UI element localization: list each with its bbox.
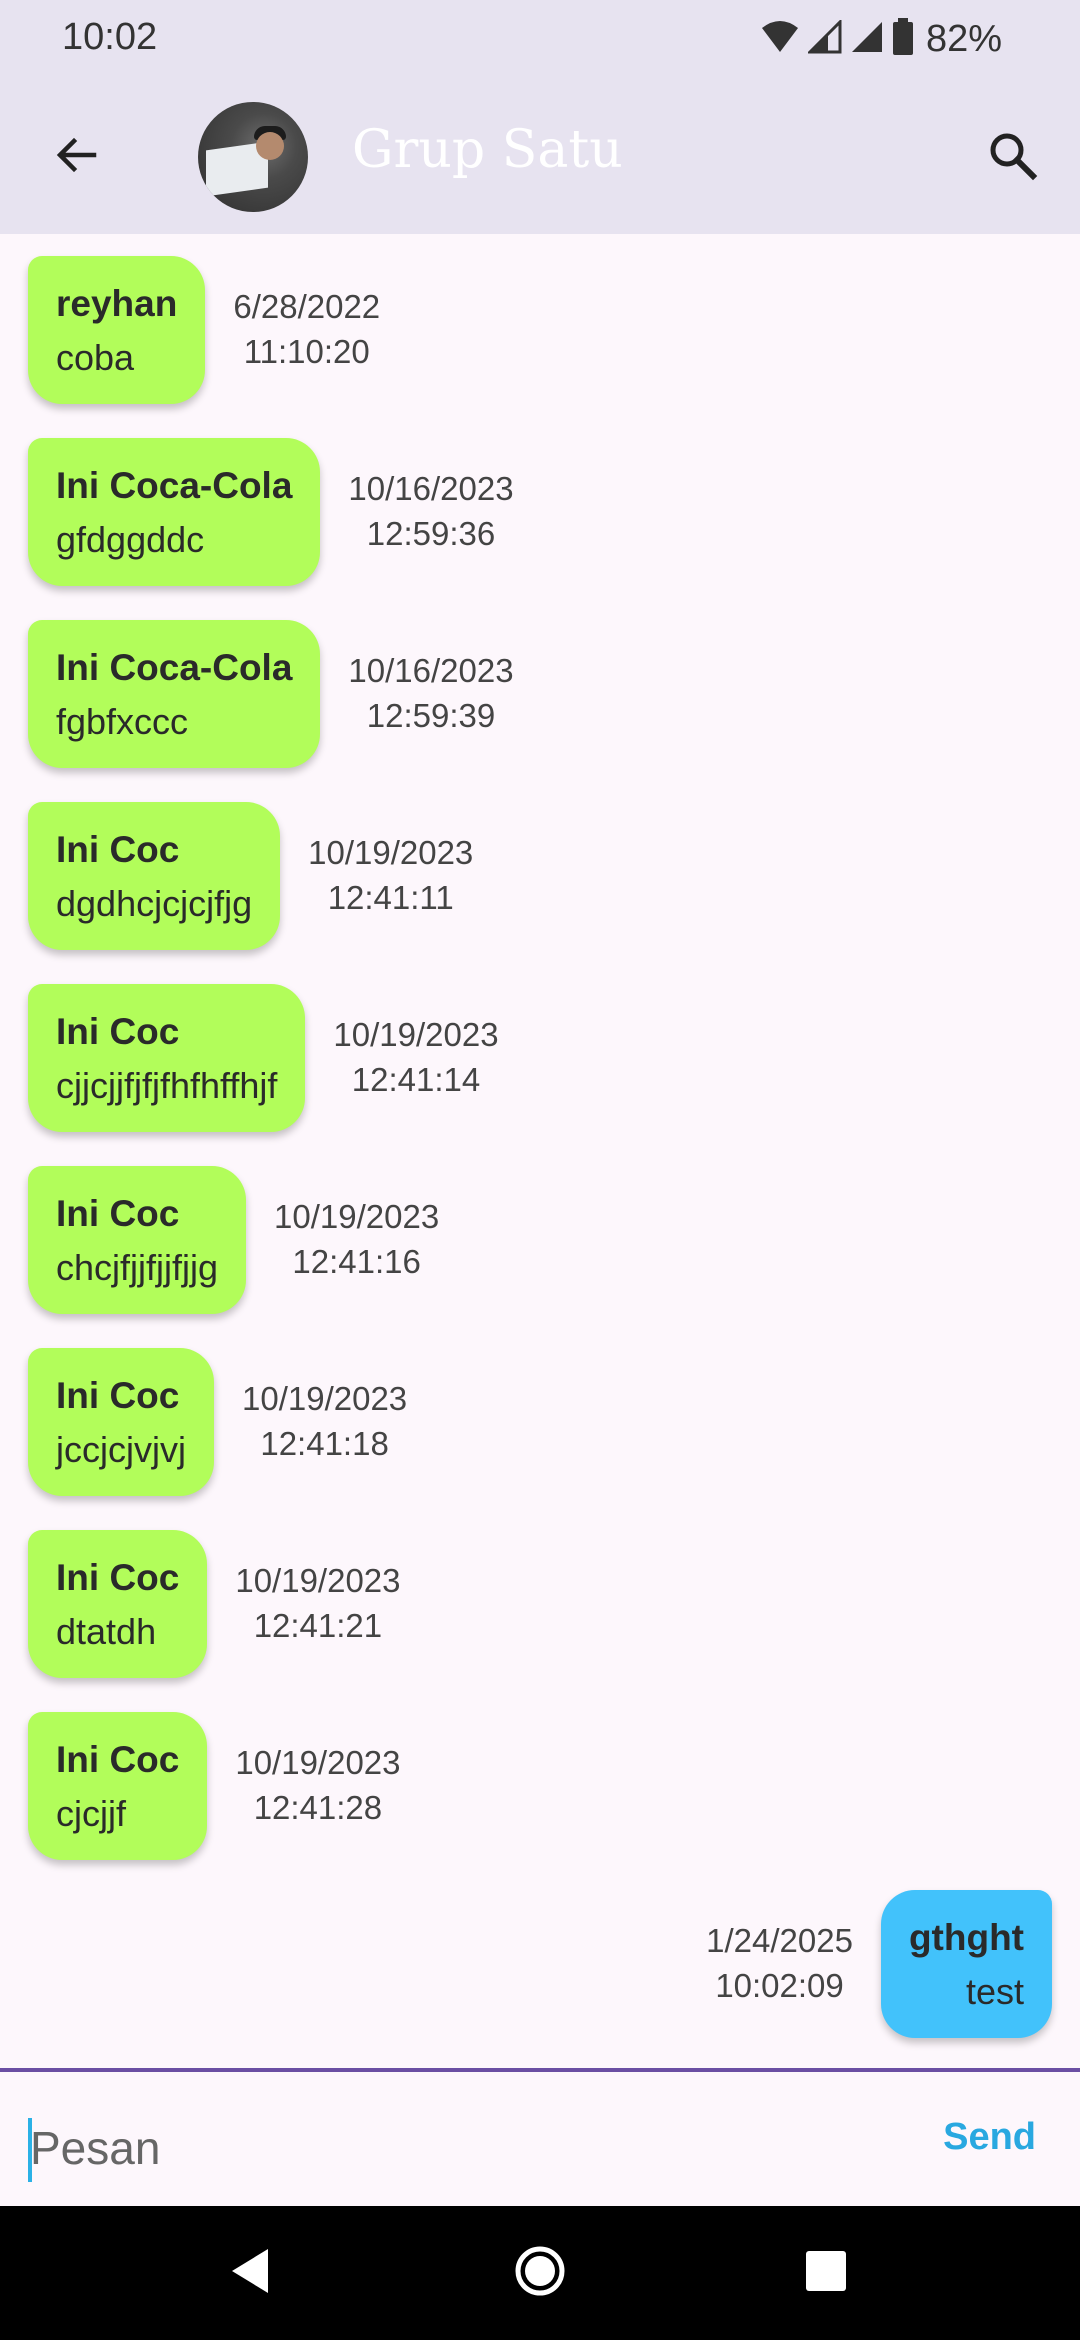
message-bubble[interactable]: Ini Coca-Cola fgbfxccc	[28, 620, 321, 768]
message-bubble[interactable]: Ini Coc chcjfjjfjjfjjg	[28, 1166, 247, 1314]
message-text: dtatdh	[56, 1611, 157, 1653]
message-time: 12:41:21	[253, 1606, 383, 1644]
message-time: 11:10:20	[243, 332, 370, 370]
message-row: Ini Coc jccjcjvjvj 10/19/2023 12:41:18	[28, 1348, 1080, 1496]
triangle-back-icon	[228, 2247, 272, 2300]
square-recents-icon	[804, 2249, 848, 2298]
message-timestamp: 10/19/2023 12:41:11	[308, 831, 473, 920]
message-bubble[interactable]: Ini Coc jccjcjvjvj	[28, 1348, 214, 1496]
message-bubble[interactable]: gthght test	[880, 1890, 1052, 2038]
message-date: 10/19/2023	[308, 834, 474, 872]
message-text: gfdggddc	[56, 519, 205, 561]
search-button[interactable]	[980, 125, 1044, 189]
message-time: 12:41:11	[327, 878, 454, 916]
message-text: coba	[56, 337, 135, 379]
message-row: Ini Coca-Cola gfdggddc 10/16/2023 12:59:…	[28, 438, 1080, 586]
message-date: 10/16/2023	[348, 470, 514, 508]
message-time: 12:41:18	[260, 1424, 389, 1462]
message-timestamp: 10/19/2023 12:41:14	[333, 1013, 498, 1102]
message-date: 10/19/2023	[333, 1016, 499, 1054]
send-button[interactable]: Send	[943, 2116, 1036, 2159]
message-date: 1/24/2025	[706, 1922, 853, 1960]
message-sender: Ini Coc	[56, 1193, 180, 1234]
system-nav-bar	[0, 2206, 1080, 2340]
message-bubble[interactable]: Ini Coc cjjcjjfjfjfhfhffhjf	[28, 984, 306, 1132]
message-row: Ini Coc chcjfjjfjjfjjg 10/19/2023 12:41:…	[28, 1166, 1080, 1314]
message-timestamp: 10/19/2023 12:41:16	[274, 1195, 439, 1284]
message-bubble[interactable]: Ini Coc dgdhcjcjcjfjg	[28, 802, 281, 950]
message-row: Ini Coc dtatdh 10/19/2023 12:41:21	[28, 1530, 1080, 1678]
message-text: dgdhcjcjcjfjg	[56, 883, 253, 925]
signal-icon	[806, 17, 842, 59]
message-input[interactable]	[30, 2108, 910, 2188]
message-row: reyhan coba 6/28/2022 11:10:20	[28, 256, 1080, 404]
back-button[interactable]	[44, 125, 108, 189]
group-avatar[interactable]	[198, 102, 308, 212]
message-list[interactable]: reyhan coba 6/28/2022 11:10:20 Ini Coca-…	[0, 234, 1080, 2068]
chat-title: Grup Satu	[352, 120, 623, 180]
message-time: 12:41:28	[253, 1788, 383, 1826]
message-row: Ini Coc cjcjjf 10/19/2023 12:41:28	[28, 1712, 1080, 1860]
message-row: Ini Coc dgdhcjcjcjfjg 10/19/2023 12:41:1…	[28, 802, 1080, 950]
message-timestamp: 10/19/2023 12:41:21	[235, 1559, 400, 1648]
status-icons: 82%	[760, 14, 1002, 64]
message-text: cjjcjjfjfjfhfhffhjf	[56, 1065, 278, 1107]
nav-back-button[interactable]	[220, 2243, 280, 2303]
message-bubble[interactable]: Ini Coca-Cola gfdggddc	[28, 438, 321, 586]
message-text: test	[965, 1971, 1024, 2013]
message-timestamp: 10/19/2023 12:41:18	[242, 1377, 407, 1466]
arrow-left-icon	[52, 131, 100, 184]
message-date: 10/19/2023	[235, 1744, 401, 1782]
message-date: 10/19/2023	[242, 1380, 408, 1418]
battery-percent: 82%	[925, 17, 1002, 60]
message-timestamp: 1/24/2025 10:02:09	[706, 1919, 853, 2008]
message-text: jccjcjvjvj	[56, 1429, 186, 1471]
message-date: 6/28/2022	[233, 288, 381, 326]
message-timestamp: 10/16/2023 12:59:36	[348, 467, 513, 556]
message-timestamp: 10/16/2023 12:59:39	[348, 649, 513, 738]
message-row: Ini Coc cjjcjjfjfjfhfhffhjf 10/19/2023 1…	[28, 984, 1080, 1132]
status-time: 10:02	[62, 16, 158, 58]
message-time: 10:02:09	[715, 1966, 844, 2004]
message-composer: Send	[0, 2068, 1080, 2206]
message-sender: reyhan	[56, 283, 178, 324]
app-bar: Grup Satu	[0, 80, 1080, 234]
signal-icon	[850, 20, 884, 59]
message-time: 12:41:16	[292, 1242, 421, 1280]
message-time: 12:59:39	[366, 696, 496, 734]
message-sender: Ini Coc	[56, 1557, 180, 1598]
message-sender: Ini Coc	[56, 829, 180, 870]
message-text: cjcjjf	[56, 1793, 126, 1835]
message-date: 10/19/2023	[274, 1198, 440, 1236]
message-date: 10/19/2023	[235, 1562, 401, 1600]
message-sender: Ini Coc	[56, 1011, 180, 1052]
circle-home-icon	[514, 2245, 566, 2302]
message-timestamp: 10/19/2023 12:41:28	[235, 1741, 400, 1830]
wifi-icon	[760, 20, 800, 59]
message-timestamp: 6/28/2022 11:10:20	[233, 285, 380, 374]
message-text: fgbfxccc	[56, 701, 189, 743]
message-time: 12:41:14	[351, 1060, 481, 1098]
message-row: 1/24/2025 10:02:09 gthght test	[0, 1890, 1080, 2038]
message-bubble[interactable]: Ini Coc cjcjjf	[28, 1712, 208, 1860]
message-sender: Ini Coc	[56, 1375, 180, 1416]
nav-home-button[interactable]	[510, 2243, 570, 2303]
message-bubble[interactable]: reyhan coba	[28, 256, 206, 404]
battery-icon	[892, 17, 914, 61]
message-bubble[interactable]: Ini Coc dtatdh	[28, 1530, 208, 1678]
message-row: Ini Coca-Cola fgbfxccc 10/16/2023 12:59:…	[28, 620, 1080, 768]
message-sender: gthght	[908, 1917, 1024, 1958]
message-date: 10/16/2023	[348, 652, 514, 690]
message-sender: Ini Coca-Cola	[56, 465, 293, 506]
status-bar: 10:02 82%	[0, 0, 1080, 80]
message-sender: Ini Coca-Cola	[56, 647, 293, 688]
nav-recents-button[interactable]	[796, 2243, 856, 2303]
search-icon	[986, 129, 1038, 186]
message-text: chcjfjjfjjfjjg	[56, 1247, 219, 1289]
message-sender: Ini Coc	[56, 1739, 180, 1780]
message-time: 12:59:36	[366, 514, 496, 552]
